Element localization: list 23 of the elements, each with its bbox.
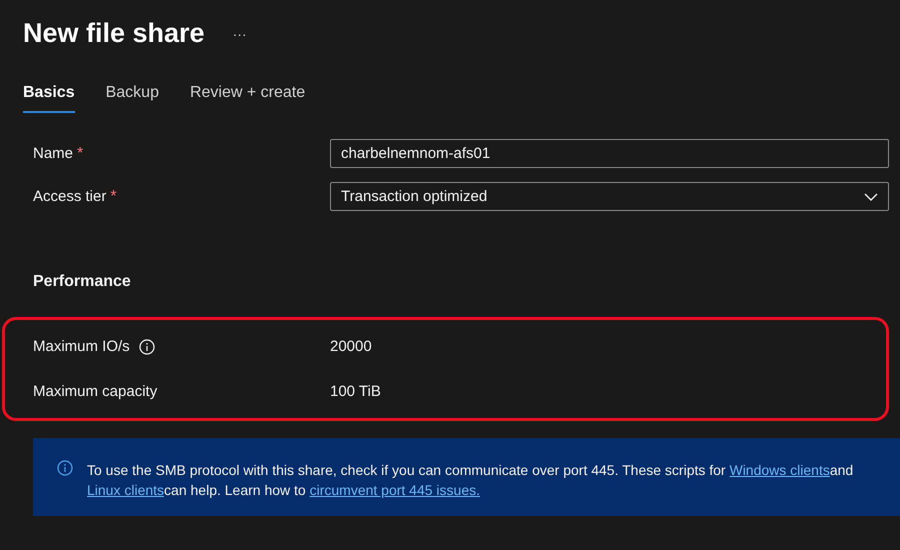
chevron-down-icon [864, 192, 878, 200]
property-value: 100 TiB [330, 383, 382, 400]
access-tier-dropdown[interactable]: Transaction optimized [330, 182, 889, 211]
property-label: Maximum IO/s [33, 338, 130, 355]
field-label: Name [33, 144, 74, 162]
more-button[interactable]: ··· [232, 26, 247, 42]
tab[interactable]: Backup [106, 84, 159, 113]
link[interactable]: circumvent port 445 issues. [310, 482, 480, 498]
property-label: Maximum capacity [33, 383, 158, 400]
field-label: Access tier [33, 188, 106, 204]
property-value: 20000 [330, 338, 373, 355]
info-icon [138, 338, 155, 354]
page-title: New file share [23, 18, 205, 49]
info-icon [57, 460, 73, 476]
section-heading: Performance [33, 273, 132, 291]
tab[interactable]: Basics [23, 84, 75, 113]
tab[interactable]: Review + create [190, 84, 306, 113]
link[interactable]: Linux clients [87, 482, 164, 498]
banner-message: To use the SMB protocol with this share, check if you can communicate over port 445. These scripts for Windows clientsand Linux clientscan help. Learn how to circumvent port 445 issues. [87, 461, 854, 500]
link[interactable]: Windows clients [729, 462, 830, 478]
required-asterisk: * [77, 144, 84, 162]
required-asterisk: * [110, 188, 117, 204]
name-input[interactable]: charbelnemnom-afs01 [330, 139, 889, 168]
